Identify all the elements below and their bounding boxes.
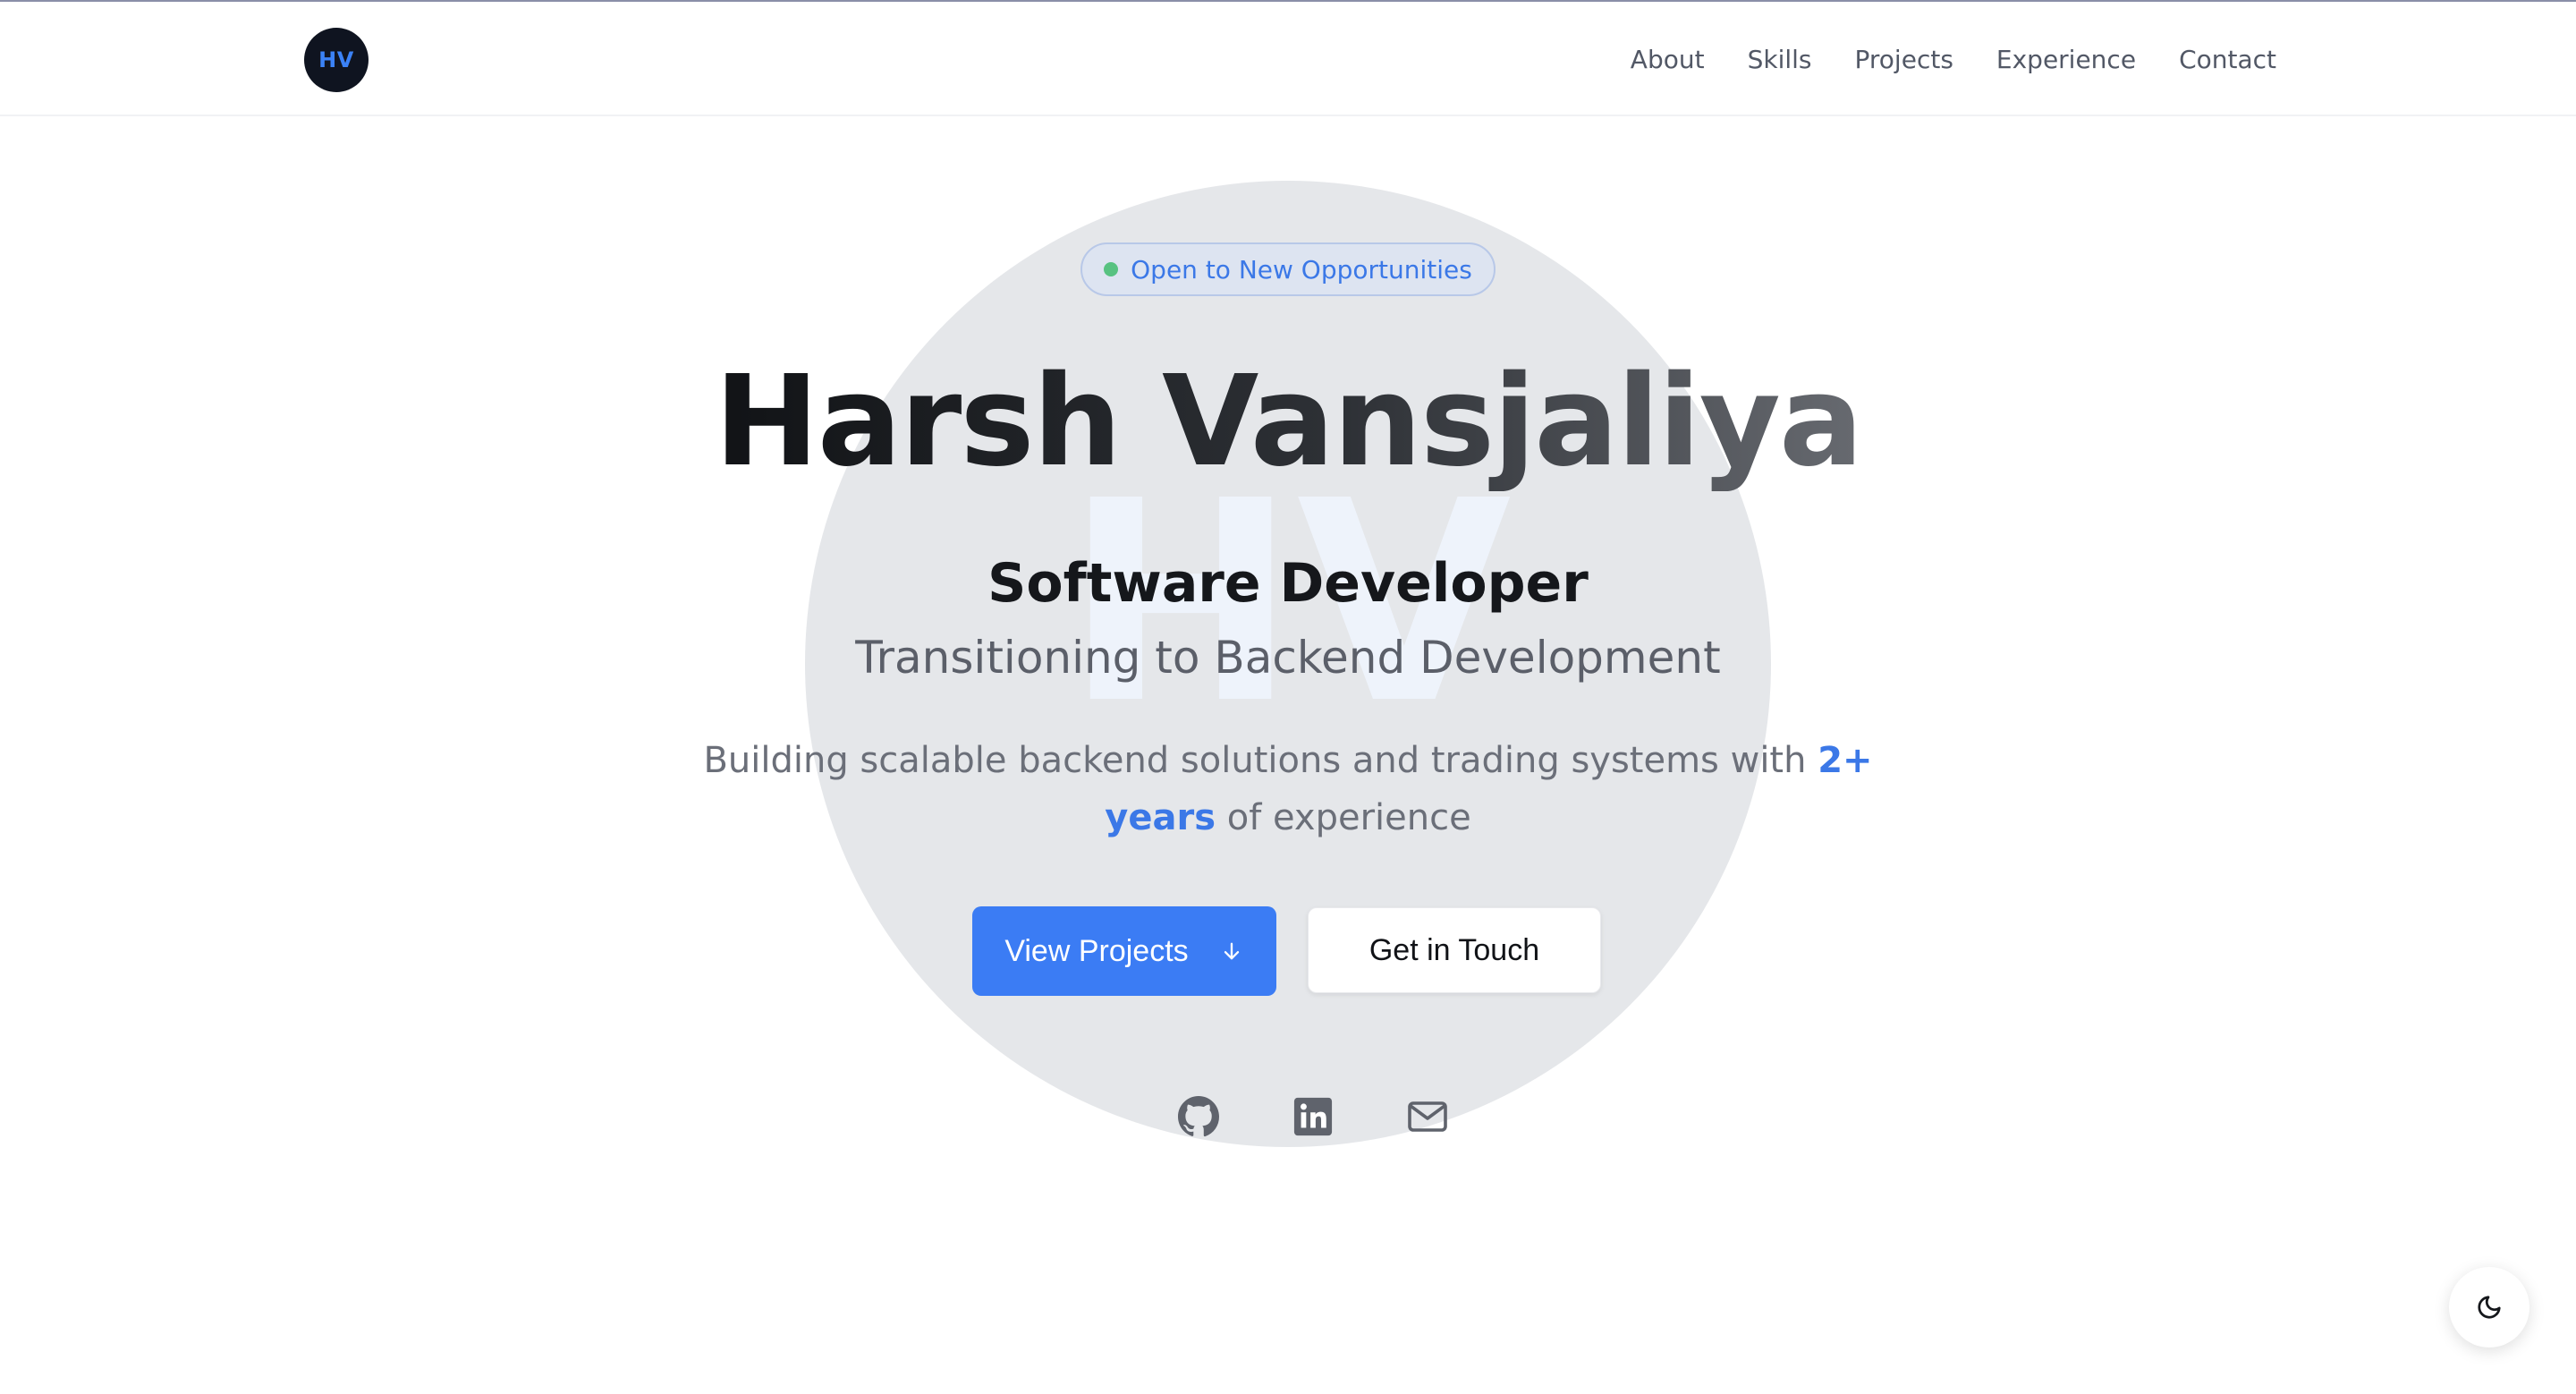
view-projects-button[interactable]: View Projects bbox=[972, 906, 1276, 996]
hero-subrole: Transitioning to Backend Development bbox=[855, 632, 1721, 684]
availability-badge: Open to New Opportunities bbox=[1080, 242, 1496, 296]
arrow-down-icon bbox=[1219, 939, 1244, 964]
hero-role: Software Developer bbox=[987, 552, 1589, 615]
linkedin-icon[interactable] bbox=[1288, 1092, 1338, 1142]
nav-link-skills[interactable]: Skills bbox=[1748, 45, 1812, 74]
logo[interactable]: HV bbox=[304, 28, 369, 92]
hero-description-prefix: Building scalable backend solutions and … bbox=[703, 740, 1818, 781]
hero-name: Harsh Vansjaliya bbox=[714, 349, 1864, 495]
nav-link-about[interactable]: About bbox=[1631, 45, 1705, 74]
nav-link-experience[interactable]: Experience bbox=[1996, 45, 2136, 74]
social-links bbox=[1145, 1092, 1447, 1145]
get-in-touch-button[interactable]: Get in Touch bbox=[1308, 907, 1601, 993]
availability-badge-label: Open to New Opportunities bbox=[1131, 254, 1472, 285]
navbar: HV About Skills Projects Experience Cont… bbox=[0, 2, 2576, 116]
nav-link-projects[interactable]: Projects bbox=[1855, 45, 1953, 74]
github-icon[interactable] bbox=[1174, 1092, 1224, 1142]
moon-icon bbox=[2476, 1294, 2503, 1321]
status-dot-icon bbox=[1104, 262, 1119, 276]
view-projects-label: View Projects bbox=[1004, 933, 1189, 968]
hero-name-wrapper: Harsh Vansjaliya bbox=[0, 353, 2576, 491]
hero-description: Building scalable backend solutions and … bbox=[680, 732, 1896, 846]
hero-description-suffix: of experience bbox=[1216, 797, 1471, 838]
page: HV About Skills Projects Experience Cont… bbox=[0, 0, 2576, 1394]
nav-links: About Skills Projects Experience Contact bbox=[1631, 2, 2276, 116]
theme-toggle-button[interactable] bbox=[2449, 1267, 2529, 1347]
nav-link-contact[interactable]: Contact bbox=[2179, 45, 2276, 74]
mail-icon[interactable] bbox=[1402, 1092, 1453, 1142]
